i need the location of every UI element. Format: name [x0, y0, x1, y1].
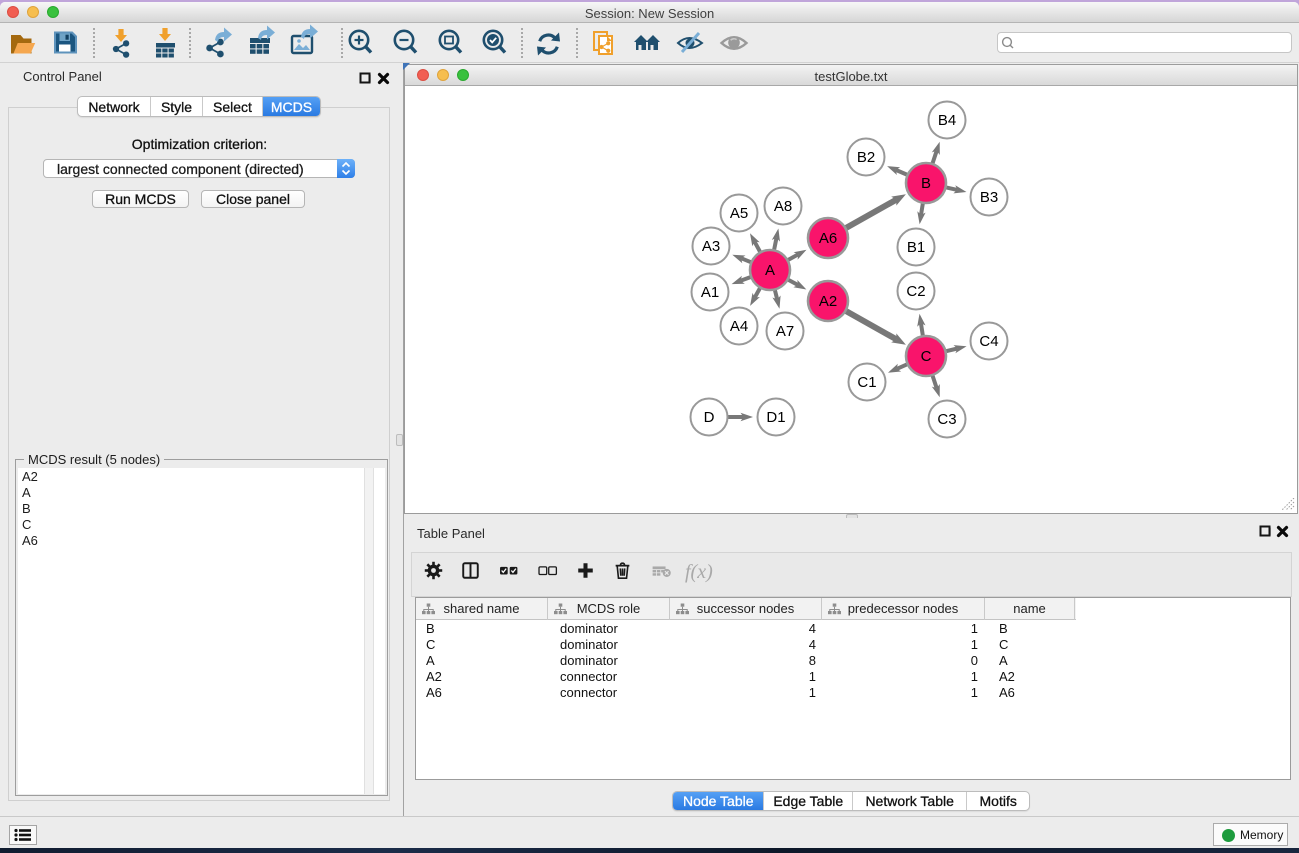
- svg-text:C3: C3: [937, 411, 956, 428]
- svg-text:C2: C2: [906, 283, 925, 300]
- svg-text:B: B: [921, 175, 931, 192]
- svg-text:D: D: [704, 409, 715, 426]
- svg-text:A5: A5: [730, 205, 748, 222]
- svg-text:B4: B4: [938, 112, 956, 129]
- svg-text:A7: A7: [776, 323, 794, 340]
- svg-text:C4: C4: [979, 333, 998, 350]
- svg-text:A8: A8: [774, 198, 792, 215]
- svg-text:A3: A3: [702, 238, 720, 255]
- svg-text:f(x): f(x): [685, 561, 713, 583]
- svg-text:A4: A4: [730, 318, 748, 335]
- svg-text:A: A: [765, 262, 775, 279]
- svg-text:A2: A2: [819, 293, 837, 310]
- svg-text:D1: D1: [766, 409, 785, 426]
- svg-text:A1: A1: [701, 284, 719, 301]
- svg-text:B2: B2: [857, 149, 875, 166]
- svg-text:B1: B1: [907, 239, 925, 256]
- svg-text:A6: A6: [819, 230, 837, 247]
- svg-text:C1: C1: [857, 374, 876, 391]
- svg-text:C: C: [921, 348, 932, 365]
- svg-text:B3: B3: [980, 189, 998, 206]
